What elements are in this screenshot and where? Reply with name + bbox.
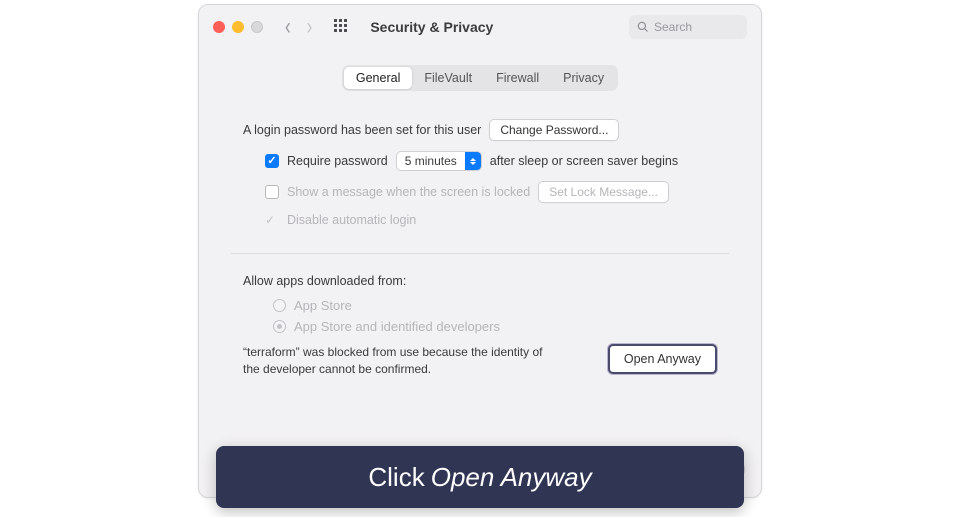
divider [231, 253, 729, 254]
radio-identified-developers [273, 320, 286, 333]
forward-button: › [307, 13, 313, 41]
tab-general[interactable]: General [344, 67, 412, 89]
show-message-checkbox [265, 185, 279, 199]
search-field[interactable]: Search [629, 15, 747, 39]
instruction-prefix: Click [368, 462, 424, 493]
search-placeholder: Search [654, 20, 692, 34]
tabs: General FileVault Firewall Privacy [199, 65, 761, 91]
set-lock-message-button: Set Lock Message... [538, 181, 669, 203]
login-password-row: A login password has been set for this u… [243, 119, 717, 141]
disable-auto-login-label: Disable automatic login [287, 213, 416, 227]
tab-privacy[interactable]: Privacy [551, 67, 616, 89]
nav-arrows: ‹ › [285, 17, 312, 37]
titlebar: ‹ › Security & Privacy Search [199, 5, 761, 49]
general-pane: A login password has been set for this u… [199, 91, 761, 497]
login-password-text: A login password has been set for this u… [243, 123, 481, 137]
allow-apps-heading: Allow apps downloaded from: [243, 274, 717, 288]
disable-auto-login-row: ✓ Disable automatic login [265, 213, 717, 227]
minimize-window-button[interactable] [232, 21, 244, 33]
require-password-delay-select[interactable]: 5 minutes [396, 151, 482, 171]
require-password-checkbox[interactable] [265, 154, 279, 168]
require-password-row: Require password 5 minutes after sleep o… [265, 151, 717, 171]
change-password-button[interactable]: Change Password... [489, 119, 619, 141]
allow-app-store-row: App Store [273, 298, 717, 313]
window-title: Security & Privacy [370, 19, 493, 35]
close-window-button[interactable] [213, 21, 225, 33]
search-icon [637, 21, 649, 33]
require-password-suffix: after sleep or screen saver begins [490, 154, 678, 168]
zoom-window-button [251, 21, 263, 33]
radio-app-store [273, 299, 286, 312]
instruction-action: Open Anyway [431, 462, 592, 493]
allow-identified-label: App Store and identified developers [294, 319, 500, 334]
require-password-delay-value: 5 minutes [397, 154, 465, 168]
tab-filevault[interactable]: FileVault [412, 67, 484, 89]
allow-app-store-label: App Store [294, 298, 352, 313]
preferences-window: ‹ › Security & Privacy Search General Fi… [198, 4, 762, 498]
open-anyway-button[interactable]: Open Anyway [608, 344, 717, 374]
instruction-overlay: Click Open Anyway [216, 446, 744, 508]
show-message-label: Show a message when the screen is locked [287, 185, 530, 199]
require-password-label: Require password [287, 154, 388, 168]
blocked-app-row: “terraform” was blocked from use because… [243, 344, 717, 378]
blocked-app-message: “terraform” was blocked from use because… [243, 344, 543, 378]
select-stepper-icon [465, 152, 481, 170]
show-message-row: Show a message when the screen is locked… [265, 181, 717, 203]
disable-auto-login-checkbox: ✓ [265, 213, 279, 227]
show-all-prefs-button[interactable] [334, 19, 350, 35]
tab-firewall[interactable]: Firewall [484, 67, 551, 89]
back-button[interactable]: ‹ [285, 13, 291, 41]
window-controls [213, 21, 263, 33]
allow-identified-row: App Store and identified developers [273, 319, 717, 334]
